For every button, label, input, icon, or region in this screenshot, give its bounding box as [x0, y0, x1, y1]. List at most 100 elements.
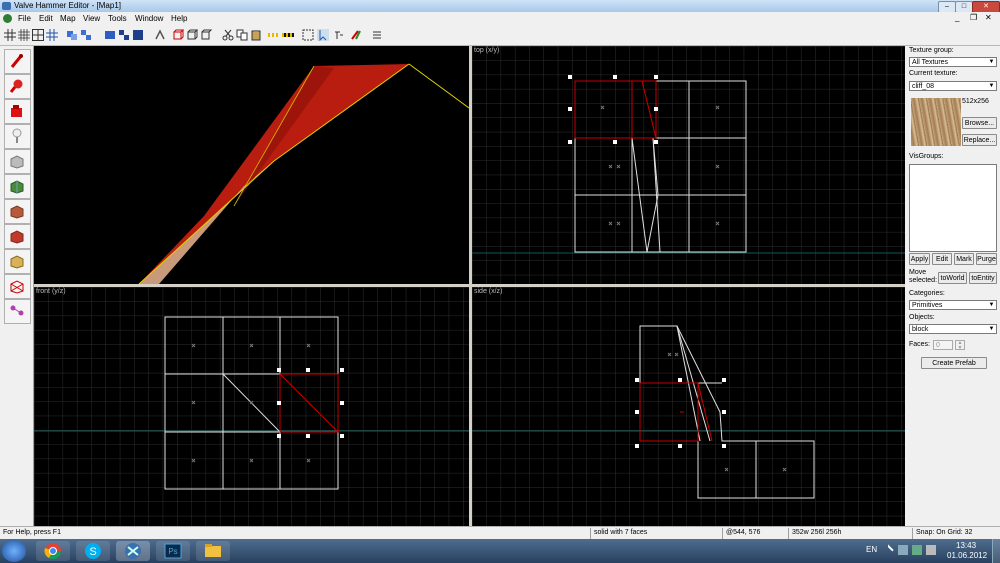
viewport-top[interactable]: top (x/y)	[472, 46, 905, 284]
to-world-button[interactable]: toWorld	[938, 272, 967, 284]
status-snap-text: Snap: On Grid: 32	[916, 529, 973, 536]
windows-taskbar: S Ps EN 13:43 01.06.2012	[0, 539, 1000, 563]
menu-view[interactable]: View	[83, 14, 100, 23]
title-bar: Valve Hammer Editor - [Map1] – □ ✕	[0, 0, 1000, 13]
magnify-icon	[9, 79, 23, 93]
taskbar-skype-button[interactable]: S	[76, 541, 110, 561]
carve-icon[interactable]	[154, 29, 166, 41]
hide-selected-icon[interactable]	[104, 29, 116, 41]
faces-stepper[interactable]: ▲ ▼	[955, 340, 965, 351]
mark-button[interactable]: Mark	[954, 253, 974, 265]
grid-smaller-icon[interactable]	[18, 29, 30, 41]
camera-tool-button[interactable]	[4, 99, 31, 124]
tray-expand-icon[interactable]	[882, 544, 894, 556]
clip-tool-button[interactable]	[4, 249, 31, 274]
clock-time[interactable]: 13:43	[956, 541, 976, 550]
cut-icon[interactable]	[222, 29, 234, 41]
menu-help[interactable]: Help	[171, 14, 187, 23]
viewport-side-canvas	[472, 287, 905, 526]
menu-window[interactable]: Window	[135, 14, 163, 23]
categories-value: Primitives	[912, 302, 943, 309]
ungroup-icon[interactable]	[80, 29, 92, 41]
handles-icon[interactable]	[317, 29, 329, 41]
decal-icon	[10, 230, 24, 244]
browse-button[interactable]: Browse...	[962, 117, 997, 129]
viewport-front[interactable]: front (y/z)	[34, 287, 469, 526]
replace-button[interactable]: Replace...	[962, 134, 997, 146]
language-indicator[interactable]: EN	[866, 545, 877, 554]
grid-larger-icon[interactable]	[32, 29, 44, 41]
properties-icon[interactable]	[371, 29, 383, 41]
taskbar-photoshop-button[interactable]: Ps	[156, 541, 190, 561]
texture-group-select[interactable]: All Textures ▼	[909, 57, 997, 67]
create-prefab-button[interactable]: Create Prefab	[921, 357, 987, 369]
apply-button[interactable]: Apply	[909, 253, 930, 265]
mdi-close-button[interactable]: ✕	[985, 13, 995, 23]
purge-button[interactable]: Purge	[976, 253, 997, 265]
block-icon	[10, 155, 24, 169]
chevron-down-icon: ▼	[988, 83, 995, 89]
objects-select[interactable]: block ▼	[909, 324, 997, 334]
mdi-restore-button[interactable]: ❐	[970, 13, 980, 23]
taskbar-chrome-button[interactable]	[36, 541, 70, 561]
tray-flag-icon[interactable]	[898, 545, 908, 555]
grid-3d-icon[interactable]	[46, 29, 58, 41]
apply-texture-icon	[10, 205, 24, 219]
hide-unselected-icon[interactable]	[118, 29, 130, 41]
viewport-top-canvas	[472, 46, 905, 284]
move-selected-label: Move selected:	[909, 269, 938, 284]
clock-date[interactable]: 01.06.2012	[947, 551, 987, 560]
categories-label: Categories:	[909, 290, 945, 297]
mdi-minimize-button[interactable]: _	[955, 13, 965, 23]
magnify-tool-button[interactable]	[4, 74, 31, 99]
block-tool-button[interactable]	[4, 149, 31, 174]
menu-map[interactable]: Map	[60, 14, 76, 23]
start-button[interactable]	[2, 540, 26, 562]
show-all-icon[interactable]	[132, 29, 144, 41]
menu-file[interactable]: File	[18, 14, 31, 23]
grid-toggle-icon[interactable]	[4, 29, 16, 41]
path-icon	[10, 305, 24, 316]
viewport-side[interactable]: side (x/z)	[472, 287, 905, 526]
tray-volume-icon[interactable]	[926, 545, 936, 555]
texture-lock-icon[interactable]	[268, 29, 280, 41]
edit-button[interactable]: Edit	[932, 253, 952, 265]
taskbar-hammer-button[interactable]	[116, 541, 150, 561]
path-tool-button[interactable]	[4, 299, 31, 324]
tool-palette	[0, 46, 34, 526]
entity-tool-button[interactable]	[4, 124, 31, 149]
viewport-front-canvas	[34, 287, 469, 526]
apply-texture-button[interactable]	[4, 199, 31, 224]
cube-outline-icon[interactable]	[186, 29, 198, 41]
tray-network-icon[interactable]	[912, 545, 922, 555]
status-size-text: 352w 256l 256h	[792, 529, 842, 536]
vertex-tool-button[interactable]	[4, 274, 31, 299]
selection-tool-button[interactable]	[4, 49, 31, 74]
cube-tool-icon[interactable]	[200, 29, 212, 41]
paint-icon[interactable]	[350, 29, 362, 41]
menu-edit[interactable]: Edit	[39, 14, 53, 23]
main-toolbar	[0, 26, 1000, 46]
visgroups-list[interactable]	[909, 164, 997, 252]
texture-preview	[911, 98, 961, 146]
pointer-tool-icon	[10, 54, 23, 68]
status-help-text: For Help, press F1	[3, 529, 61, 536]
cube-red-icon[interactable]	[172, 29, 184, 41]
copy-icon[interactable]	[236, 29, 248, 41]
show-desktop-button[interactable]	[992, 539, 1000, 563]
paste-icon[interactable]	[250, 29, 262, 41]
group-icon[interactable]	[66, 29, 78, 41]
viewport-3d[interactable]	[34, 46, 469, 284]
selection-box-icon[interactable]	[302, 29, 314, 41]
taskbar-explorer-button[interactable]	[196, 541, 230, 561]
menu-tools[interactable]: Tools	[108, 14, 127, 23]
decal-tool-button[interactable]	[4, 224, 31, 249]
texture-application-button[interactable]	[4, 174, 31, 199]
svg-text:S: S	[89, 546, 96, 558]
current-texture-select[interactable]: cliff_08 ▼	[909, 81, 997, 91]
faces-input[interactable]: 0	[933, 340, 953, 350]
to-entity-button[interactable]: toEntity	[969, 272, 997, 284]
texture-scale-lock-icon[interactable]	[282, 29, 294, 41]
categories-select[interactable]: Primitives ▼	[909, 300, 997, 310]
tooltips-icon[interactable]	[332, 29, 344, 41]
